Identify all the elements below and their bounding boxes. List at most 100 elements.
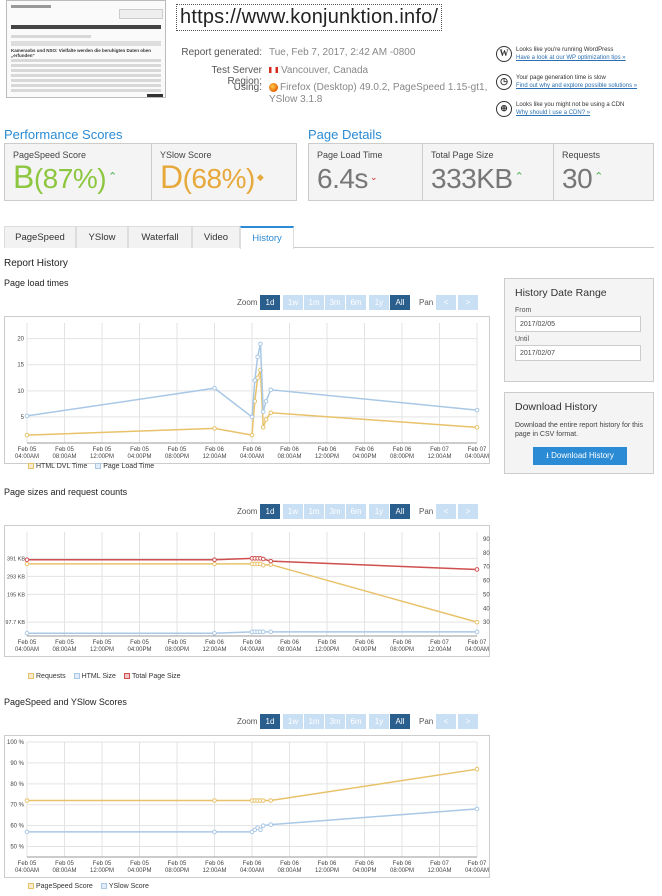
x-tick-label: Feb 06: [205, 447, 224, 453]
tip-generation-time: ◷ Your page generation time is slow Find…: [496, 74, 656, 90]
performance-scores-box: PageSpeed Score B(87%) ⌃ YSlow Score D(68…: [4, 143, 297, 201]
legend-item[interactable]: HTML Size: [73, 673, 116, 680]
data-point: [255, 354, 260, 360]
x-tick-label-time: 04:00AM: [15, 647, 39, 653]
x-tick-label-time: 12:00AM: [202, 454, 226, 460]
zoom-1m[interactable]: 1m: [304, 714, 324, 729]
data-point: [249, 432, 255, 438]
tip-text: Your page generation time is slow: [516, 75, 606, 81]
legend-item[interactable]: HTML DVL Time: [28, 463, 87, 470]
legend-item[interactable]: Page Load Time: [95, 463, 154, 470]
zoom-1y[interactable]: 1y: [369, 504, 389, 519]
data-point: [474, 567, 480, 572]
legend-item[interactable]: YSlow Score: [100, 883, 149, 890]
tab-waterfall[interactable]: Waterfall: [128, 226, 192, 248]
chart-legend: PageSpeed Score YSlow Score: [28, 883, 157, 890]
yslow-percent: (68%): [182, 163, 256, 194]
tested-url[interactable]: https://www.konjunktion.info/: [176, 4, 443, 31]
zoom-3m[interactable]: 3m: [325, 504, 345, 519]
tab-history[interactable]: History: [240, 226, 294, 249]
x-tick-label: Feb 05: [168, 640, 187, 646]
zoom-1d[interactable]: 1d: [260, 714, 280, 729]
x-tick-label-time: 08:00AM: [277, 454, 301, 460]
zoom-label: Zoom: [237, 717, 258, 726]
pan-right-button[interactable]: >: [458, 714, 478, 729]
legend-item[interactable]: Requests: [28, 673, 66, 680]
data-point: [263, 398, 269, 404]
legend-item[interactable]: PageSpeed Score: [28, 883, 93, 890]
pan-left-button[interactable]: <: [436, 714, 456, 729]
tip-link-wp[interactable]: Have a look at our WP optimization tips …: [516, 54, 656, 62]
download-history-panel: Download History Download the entire rep…: [504, 392, 654, 474]
legend-label: HTML DVL Time: [36, 463, 88, 470]
download-history-button[interactable]: ⭳ Download History: [533, 447, 627, 465]
zoom-1m[interactable]: 1m: [304, 295, 324, 310]
report-generated-label: Report generated:: [181, 47, 262, 58]
zoom-All[interactable]: All: [390, 504, 410, 519]
size-value: 333KB: [431, 163, 513, 194]
x-tick-label: Feb 06: [243, 447, 262, 453]
y-tick-label: 80 %: [10, 782, 24, 788]
page-screenshot-thumbnail[interactable]: Kameraobs und NSO: Vielfalte werden die …: [6, 0, 166, 98]
pan-left-button[interactable]: <: [436, 295, 456, 310]
tab-pagespeed[interactable]: PageSpeed: [4, 226, 76, 248]
x-tick-label: Feb 05: [130, 447, 149, 453]
pan-right-button[interactable]: >: [458, 504, 478, 519]
tip-text: Looks like you're running WordPress: [516, 47, 614, 53]
zoom-1d[interactable]: 1d: [260, 504, 280, 519]
x-tick-label-time: 04:00AM: [240, 868, 264, 874]
pan-left-button[interactable]: <: [436, 504, 456, 519]
yslow-version: YSlow 3.1.8: [269, 94, 323, 105]
zoom-6m[interactable]: 6m: [346, 504, 366, 519]
zoom-1w[interactable]: 1w: [283, 504, 303, 519]
zoom-1w[interactable]: 1w: [283, 295, 303, 310]
zoom-6m[interactable]: 6m: [346, 295, 366, 310]
zoom-All[interactable]: All: [390, 714, 410, 729]
x-tick-label: Feb 05: [168, 861, 187, 867]
requests: Requests 30 ⌃: [554, 144, 654, 200]
zoom-3m[interactable]: 3m: [325, 295, 345, 310]
data-point: [260, 798, 266, 803]
zoom-1y[interactable]: 1y: [369, 714, 389, 729]
data-point: [268, 410, 274, 416]
zoom-6m[interactable]: 6m: [346, 714, 366, 729]
pan-label: Pan: [419, 717, 434, 726]
pan-right-button[interactable]: >: [458, 295, 478, 310]
zoom-3m[interactable]: 3m: [325, 714, 345, 729]
firefox-icon: [269, 82, 278, 92]
data-point: [252, 378, 258, 383]
wordpress-icon: W: [496, 46, 512, 62]
data-point: [268, 822, 274, 827]
data-point: [260, 629, 266, 635]
tab-yslow[interactable]: YSlow: [76, 226, 128, 248]
legend-item[interactable]: Total Page Size: [123, 673, 181, 680]
tip-link-cdn[interactable]: Why should I use a CDN? »: [516, 109, 656, 117]
page-load-time: Page Load Time 6.4s ⌄: [309, 144, 421, 200]
zoom-1d[interactable]: 1d: [260, 295, 280, 310]
from-date-input[interactable]: 2017/02/05: [515, 316, 641, 332]
tip-link-slow[interactable]: Find out why and explore possible soluti…: [516, 82, 656, 90]
using-label: Using:: [233, 82, 262, 93]
legend-swatch: [73, 673, 80, 680]
data-point: [474, 766, 480, 772]
yslow-grade: D: [160, 159, 183, 195]
x-tick-label: Feb 06: [355, 640, 374, 646]
x-tick-label: Feb 06: [393, 640, 412, 646]
x-tick-label: Feb 06: [280, 447, 299, 453]
zoom-1m[interactable]: 1m: [304, 504, 324, 519]
data-point: [474, 629, 480, 635]
legend-swatch: [100, 883, 107, 890]
x-tick-label-time: 04:00AM: [15, 454, 39, 460]
download-button-label: Download History: [551, 451, 614, 460]
x-tick-label-time: 04:00PM: [352, 454, 376, 460]
zoom-All[interactable]: All: [390, 295, 410, 310]
until-date-input[interactable]: 2017/02/07: [515, 345, 641, 361]
chart-legend: HTML DVL Time Page Load Time: [28, 463, 162, 470]
download-title: Download History: [515, 401, 598, 413]
data-point: [212, 426, 217, 431]
zoom-1w[interactable]: 1w: [283, 714, 303, 729]
x-tick-label: Feb 05: [55, 861, 74, 867]
zoom-1y[interactable]: 1y: [369, 295, 389, 310]
tab-video[interactable]: Video: [192, 226, 240, 248]
x-tick-label-time: 08:00PM: [390, 647, 414, 653]
